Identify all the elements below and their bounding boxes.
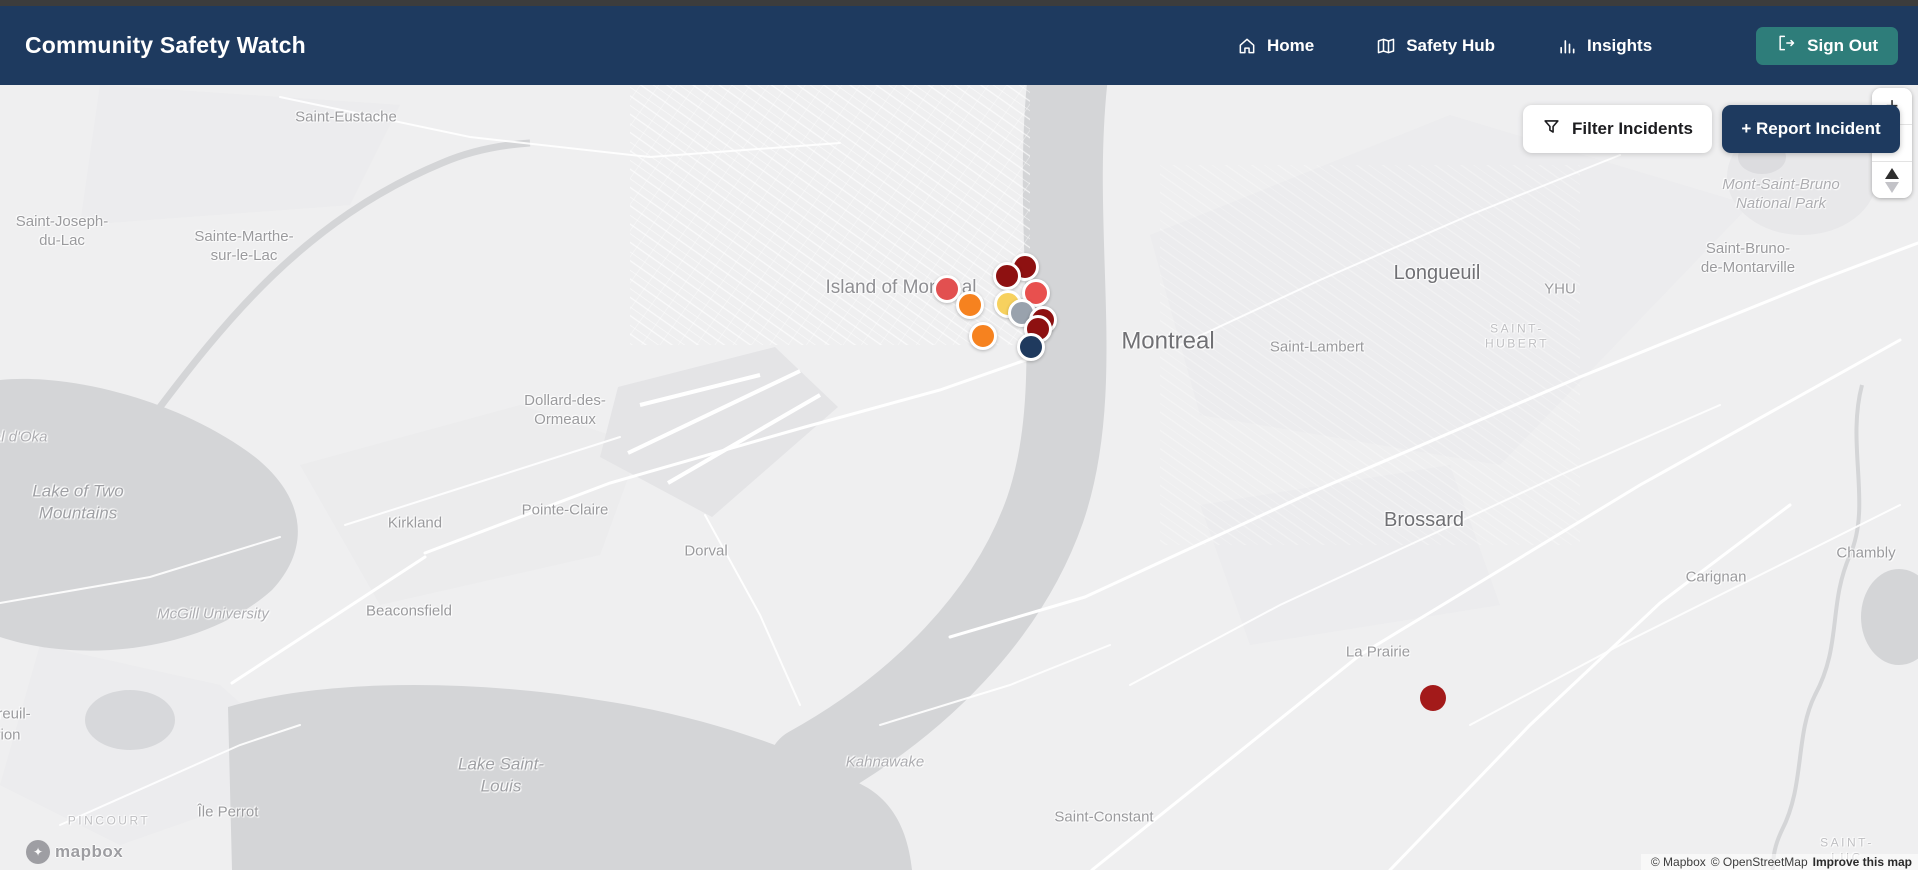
nav-home[interactable]: Home — [1237, 36, 1314, 56]
sign-out-button[interactable]: Sign Out — [1756, 26, 1898, 65]
report-incident-label: + Report Incident — [1741, 119, 1881, 138]
map-icon — [1376, 36, 1396, 56]
compass-south-icon — [1885, 181, 1899, 193]
compass-button[interactable] — [1872, 161, 1912, 198]
nav-safety-hub-label: Safety Hub — [1406, 35, 1495, 55]
nav-insights-label: Insights — [1587, 35, 1653, 55]
incident-marker[interactable] — [993, 262, 1021, 290]
home-icon — [1237, 36, 1257, 56]
sign-out-label: Sign Out — [1807, 35, 1878, 55]
incident-marker[interactable] — [1017, 333, 1045, 361]
compass-north-icon — [1885, 167, 1899, 179]
nav-safety-hub[interactable]: Safety Hub — [1376, 36, 1495, 56]
map-canvas[interactable]: Saint-Eustache Saint-Joseph- du-Lac Sainte… — [0, 85, 1918, 870]
incident-marker[interactable] — [956, 291, 984, 319]
app-header: Community Safety Watch Home Safety Hub I… — [0, 0, 1918, 85]
attribution-improve-link[interactable]: Improve this map — [1813, 855, 1912, 869]
nav-insights[interactable]: Insights — [1557, 36, 1652, 56]
mapbox-wordmark: mapbox — [55, 842, 124, 861]
header-nav: Home Safety Hub Insights Sign Out — [1237, 26, 1898, 65]
filter-incidents-label: Filter Incidents — [1572, 119, 1693, 138]
funnel-icon — [1542, 117, 1561, 141]
app-title: Community Safety Watch — [25, 32, 306, 58]
nav-home-label: Home — [1266, 35, 1315, 55]
incident-markers-layer — [0, 85, 1918, 870]
attribution-mapbox-link[interactable]: © Mapbox — [1651, 855, 1706, 869]
map-attribution: © Mapbox © OpenStreetMap Improve this ma… — [1640, 854, 1918, 870]
sign-out-icon — [1776, 33, 1796, 58]
bar-chart-icon — [1557, 36, 1577, 56]
incident-marker[interactable] — [1420, 685, 1446, 711]
report-incident-button[interactable]: + Report Incident — [1722, 105, 1900, 153]
filter-incidents-button[interactable]: Filter Incidents — [1523, 105, 1712, 153]
app-root: Community Safety Watch Home Safety Hub I… — [0, 0, 1918, 870]
incident-marker[interactable] — [969, 322, 997, 350]
attribution-osm-link[interactable]: © OpenStreetMap — [1711, 855, 1808, 869]
mapbox-pin-icon: ✦ — [26, 840, 50, 864]
mapbox-logo[interactable]: ✦ mapbox — [26, 840, 123, 864]
